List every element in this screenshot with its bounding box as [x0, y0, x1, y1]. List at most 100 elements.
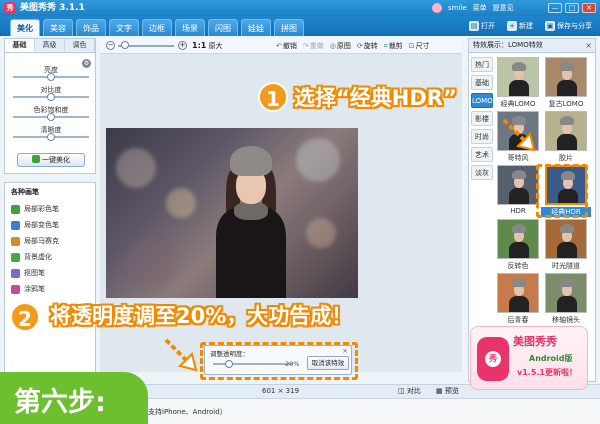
slider-thumb[interactable]: [47, 113, 55, 121]
tab-frame[interactable]: 边框: [142, 19, 172, 36]
effect-thumbnail[interactable]: [497, 165, 539, 205]
preview-button[interactable]: ▦ 预览: [436, 386, 459, 397]
effect-thumbnail[interactable]: [545, 219, 587, 259]
category-art[interactable]: 艺术: [471, 147, 493, 162]
tab-flash[interactable]: 闪图: [208, 19, 238, 36]
category-basic[interactable]: 基础: [471, 75, 493, 90]
adjust-box: 基础 高级 调色 ⚙ 亮度 对比度 色彩饱和度 清晰度 一键美化: [4, 38, 96, 174]
promo-version: v1.5.1更新啦！: [517, 368, 577, 377]
tab-color[interactable]: 调色: [65, 39, 95, 52]
user-name[interactable]: smile: [448, 2, 467, 14]
brush-item-recolor[interactable]: 局部变色笔: [11, 219, 59, 231]
magic-icon: [32, 155, 40, 163]
zoom-slider-thumb[interactable]: [120, 41, 129, 49]
actual-size-button[interactable]: 1:1 原大: [192, 41, 223, 51]
brush-item-color[interactable]: 局部彩色笔: [11, 203, 59, 215]
close-icon[interactable]: ×: [585, 41, 592, 50]
window-controls: — □ ✕: [548, 3, 596, 13]
menu-link[interactable]: 菜单: [473, 2, 487, 14]
category-studio[interactable]: 影楼: [471, 111, 493, 126]
effect-thumbnail[interactable]: [545, 111, 587, 151]
save-share-button[interactable]: ▣ 保存与分享: [545, 19, 592, 33]
original-icon: ◎: [329, 42, 336, 50]
brightness-slider[interactable]: 亮度: [13, 65, 89, 83]
step-2-instruction: 将透明度调至20%，大功告成！: [50, 304, 353, 328]
crop-button[interactable]: ⌗ 裁剪: [384, 41, 403, 51]
edited-photo[interactable]: [106, 128, 358, 298]
tab-accessories[interactable]: 饰品: [76, 19, 106, 36]
category-fashion[interactable]: 时尚: [471, 129, 493, 144]
rotate-button[interactable]: ⟳ 旋转: [357, 41, 378, 51]
zoom-in-button[interactable]: +: [178, 41, 187, 50]
effect-item[interactable]: 移轴镜头: [545, 273, 587, 324]
resize-button[interactable]: ⊡ 尺寸: [409, 41, 430, 51]
effect-thumbnail[interactable]: [497, 219, 539, 259]
highlight-box-dialog: [200, 342, 358, 380]
tab-text[interactable]: 文字: [109, 19, 139, 36]
app-logo-icon: 秀: [4, 2, 16, 14]
crop-label: 裁剪: [388, 42, 403, 50]
effect-item[interactable]: 复古LOMO: [545, 57, 587, 108]
step-banner: 第六步:: [0, 372, 148, 424]
undo-button[interactable]: ↶ 撤销: [276, 41, 297, 51]
brush-label: 涂鸦笔: [24, 285, 45, 293]
saturation-slider[interactable]: 色彩饱和度: [13, 105, 89, 123]
tab-face[interactable]: 美容: [43, 19, 73, 36]
category-hot[interactable]: 热门: [471, 57, 493, 72]
effect-item[interactable]: 时光隧道: [545, 219, 587, 270]
brush-item-cutout[interactable]: 抠图笔: [11, 267, 45, 279]
resize-icon: ⊡: [408, 42, 415, 50]
tab-scene[interactable]: 场景: [175, 19, 205, 36]
open-label: 打开: [481, 22, 495, 30]
android-promo-banner[interactable]: 秀 美图秀秀 Android版 v1.5.1更新啦！: [470, 326, 588, 390]
user-avatar[interactable]: [432, 3, 442, 13]
brush-item-doodle[interactable]: 涂鸦笔: [11, 283, 45, 295]
effect-thumbnail[interactable]: [497, 57, 539, 97]
promo-subtitle: Android版: [529, 354, 573, 363]
effect-item[interactable]: 反转色: [497, 219, 539, 270]
contrast-slider[interactable]: 对比度: [13, 85, 89, 103]
compare-button[interactable]: ◫ 对比: [398, 386, 421, 397]
tab-doll[interactable]: 娃娃: [241, 19, 271, 36]
effect-label: 胶片: [559, 154, 573, 162]
original-button[interactable]: ◎ 原图: [330, 41, 351, 51]
feedback-link[interactable]: 提意见: [493, 2, 514, 14]
tab-collage[interactable]: 拼图: [274, 19, 304, 36]
new-button[interactable]: + 新建: [507, 19, 533, 33]
tab-beautify[interactable]: 美化: [10, 19, 40, 36]
rotate-icon: ⟳: [356, 42, 363, 50]
effect-item[interactable]: 胶片: [545, 111, 587, 162]
close-button[interactable]: ✕: [582, 3, 596, 13]
sharpness-slider[interactable]: 清晰度: [13, 125, 89, 143]
open-button[interactable]: ▤ 打开: [469, 19, 495, 33]
effect-thumbnail[interactable]: [545, 57, 587, 97]
tab-advanced[interactable]: 高级: [35, 39, 65, 52]
effect-thumbnail[interactable]: [545, 273, 587, 313]
slider-thumb[interactable]: [47, 133, 55, 141]
photo-subject: [216, 146, 286, 298]
effect-item[interactable]: 经典LOMO: [497, 57, 539, 108]
zoom-out-button[interactable]: −: [106, 41, 115, 50]
cutout-icon: [11, 268, 20, 278]
category-lomo[interactable]: LOMO: [471, 93, 493, 108]
minimize-button[interactable]: —: [548, 3, 562, 13]
doodle-icon: [11, 284, 20, 294]
brush-label: 抠图笔: [24, 269, 45, 277]
effect-item[interactable]: 后青春: [497, 273, 539, 324]
effect-item[interactable]: HDR: [497, 165, 539, 216]
one-key-label: 一键美化: [42, 156, 70, 164]
slider-thumb[interactable]: [47, 93, 55, 101]
effects-panel-title: 特效展示：LOMO特效: [473, 41, 543, 49]
one-key-beautify-button[interactable]: 一键美化: [17, 153, 85, 167]
arrow-icon: [502, 118, 536, 152]
actual-size-ratio: 1:1: [192, 41, 207, 50]
effect-thumbnail[interactable]: [497, 273, 539, 313]
brush-item-blur[interactable]: 背景虚化: [11, 251, 52, 263]
redo-button[interactable]: ↷ 重做: [303, 41, 324, 51]
slider-thumb[interactable]: [47, 73, 55, 81]
brush-item-mosaic[interactable]: 局部马赛克: [11, 235, 59, 247]
maximize-button[interactable]: □: [565, 3, 579, 13]
category-faded[interactable]: 淡灰: [471, 165, 493, 180]
tab-basic[interactable]: 基础: [5, 39, 35, 52]
app-window: 秀 美图秀秀 3.1.1 smile 菜单 提意见 — □ ✕ 美化 美容 饰品…: [0, 0, 600, 424]
